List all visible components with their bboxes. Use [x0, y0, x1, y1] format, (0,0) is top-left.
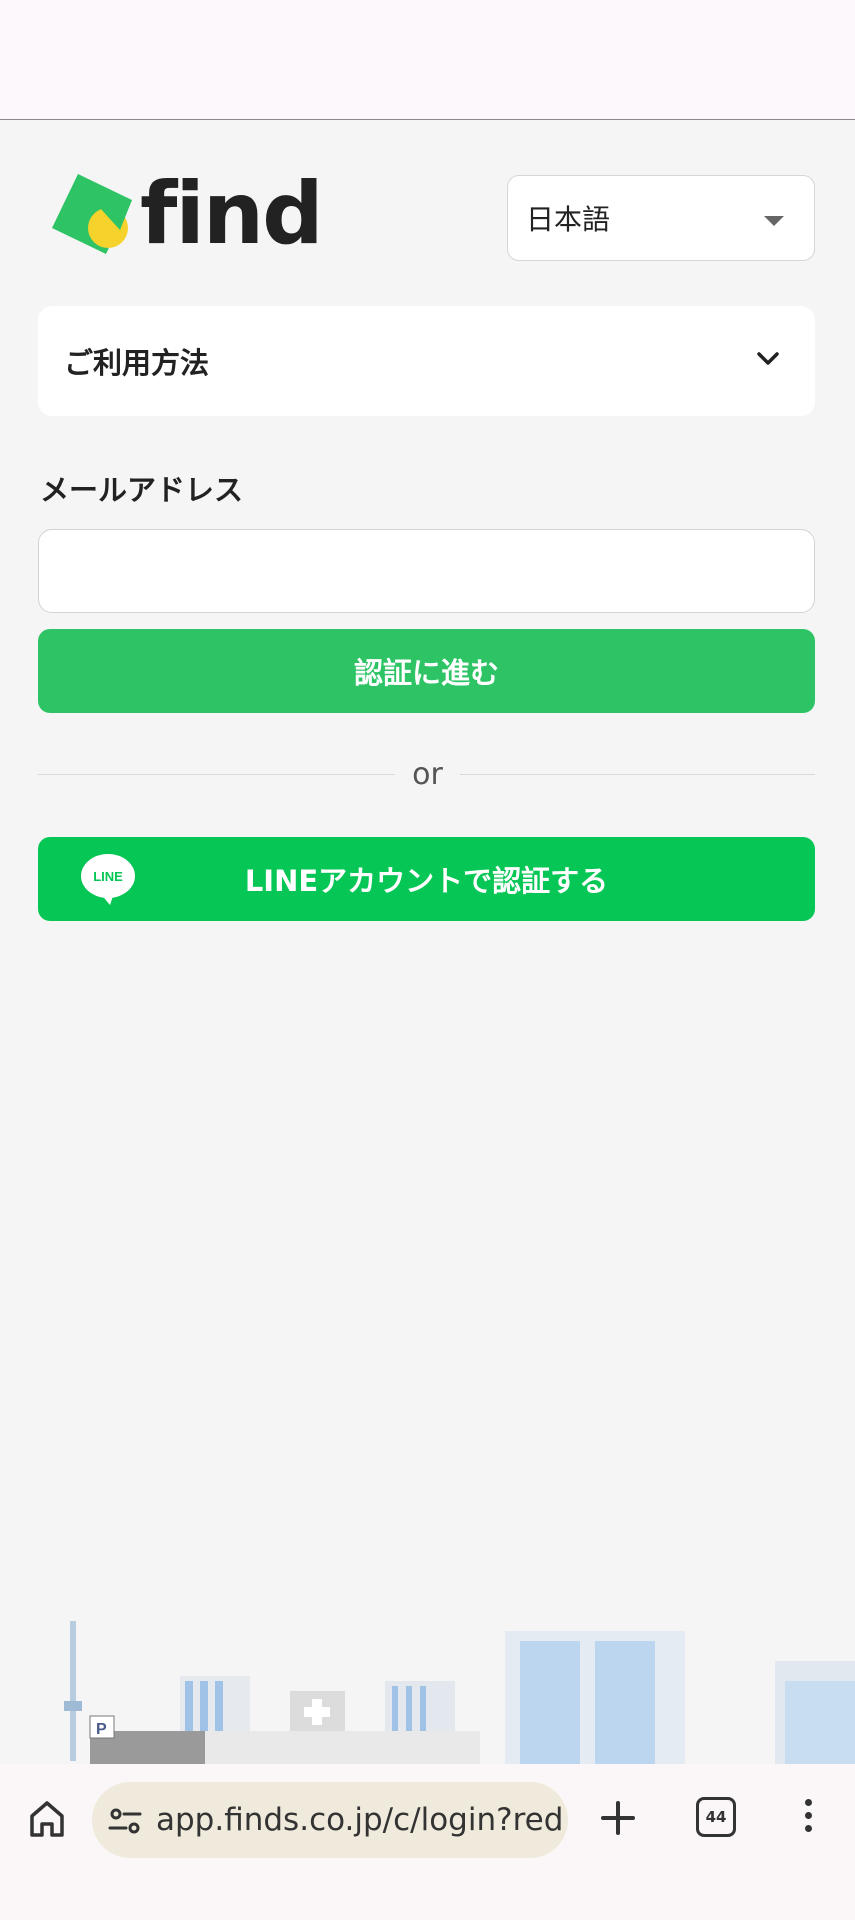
browser-toolbar: app.finds.co.jp/c/login?red 44: [0, 1764, 855, 1920]
tab-count: 44: [705, 1808, 727, 1826]
more-vert-icon[interactable]: [798, 1794, 818, 1842]
svg-text:P: P: [96, 1721, 107, 1738]
divider-line-right: [460, 774, 815, 775]
chevron-down-icon: [757, 352, 779, 365]
find-logo-mark-icon: [52, 174, 132, 254]
howto-label: ご利用方法: [64, 346, 210, 380]
verify-button-label: 認証に進む: [353, 658, 499, 690]
login-page: find 日本語 ご利用方法 メールアドレス 認証に進む or LINE LIN…: [0, 121, 855, 1886]
dropdown-caret-icon: [764, 216, 784, 226]
email-label: メールアドレス: [40, 473, 244, 507]
divider-line-left: [38, 774, 395, 775]
line-login-label: LINEアカウントで認証する: [244, 864, 609, 898]
line-logo-text: LINE: [93, 869, 123, 884]
address-bar[interactable]: app.finds.co.jp/c/login?red: [92, 1782, 568, 1858]
language-selected-value: 日本語: [526, 203, 611, 236]
howto-accordion[interactable]: ご利用方法: [38, 306, 815, 416]
find-logo-text: find: [140, 164, 324, 264]
language-select[interactable]: 日本語: [507, 175, 815, 261]
site-settings-icon[interactable]: [108, 1806, 142, 1836]
home-icon[interactable]: [26, 1798, 68, 1840]
line-login-button[interactable]: LINE LINEアカウントで認証する: [38, 837, 815, 921]
find-logo: find: [48, 169, 338, 259]
line-logo-icon: LINE: [81, 854, 135, 905]
address-bar-url: app.finds.co.jp/c/login?red: [156, 1802, 564, 1838]
status-bar-area: [0, 0, 855, 120]
plus-icon[interactable]: [598, 1798, 638, 1838]
divider-or-text: or: [412, 757, 443, 792]
email-input[interactable]: [38, 529, 815, 613]
verify-button[interactable]: 認証に進む: [38, 629, 815, 713]
tabs-icon[interactable]: 44: [696, 1797, 736, 1837]
